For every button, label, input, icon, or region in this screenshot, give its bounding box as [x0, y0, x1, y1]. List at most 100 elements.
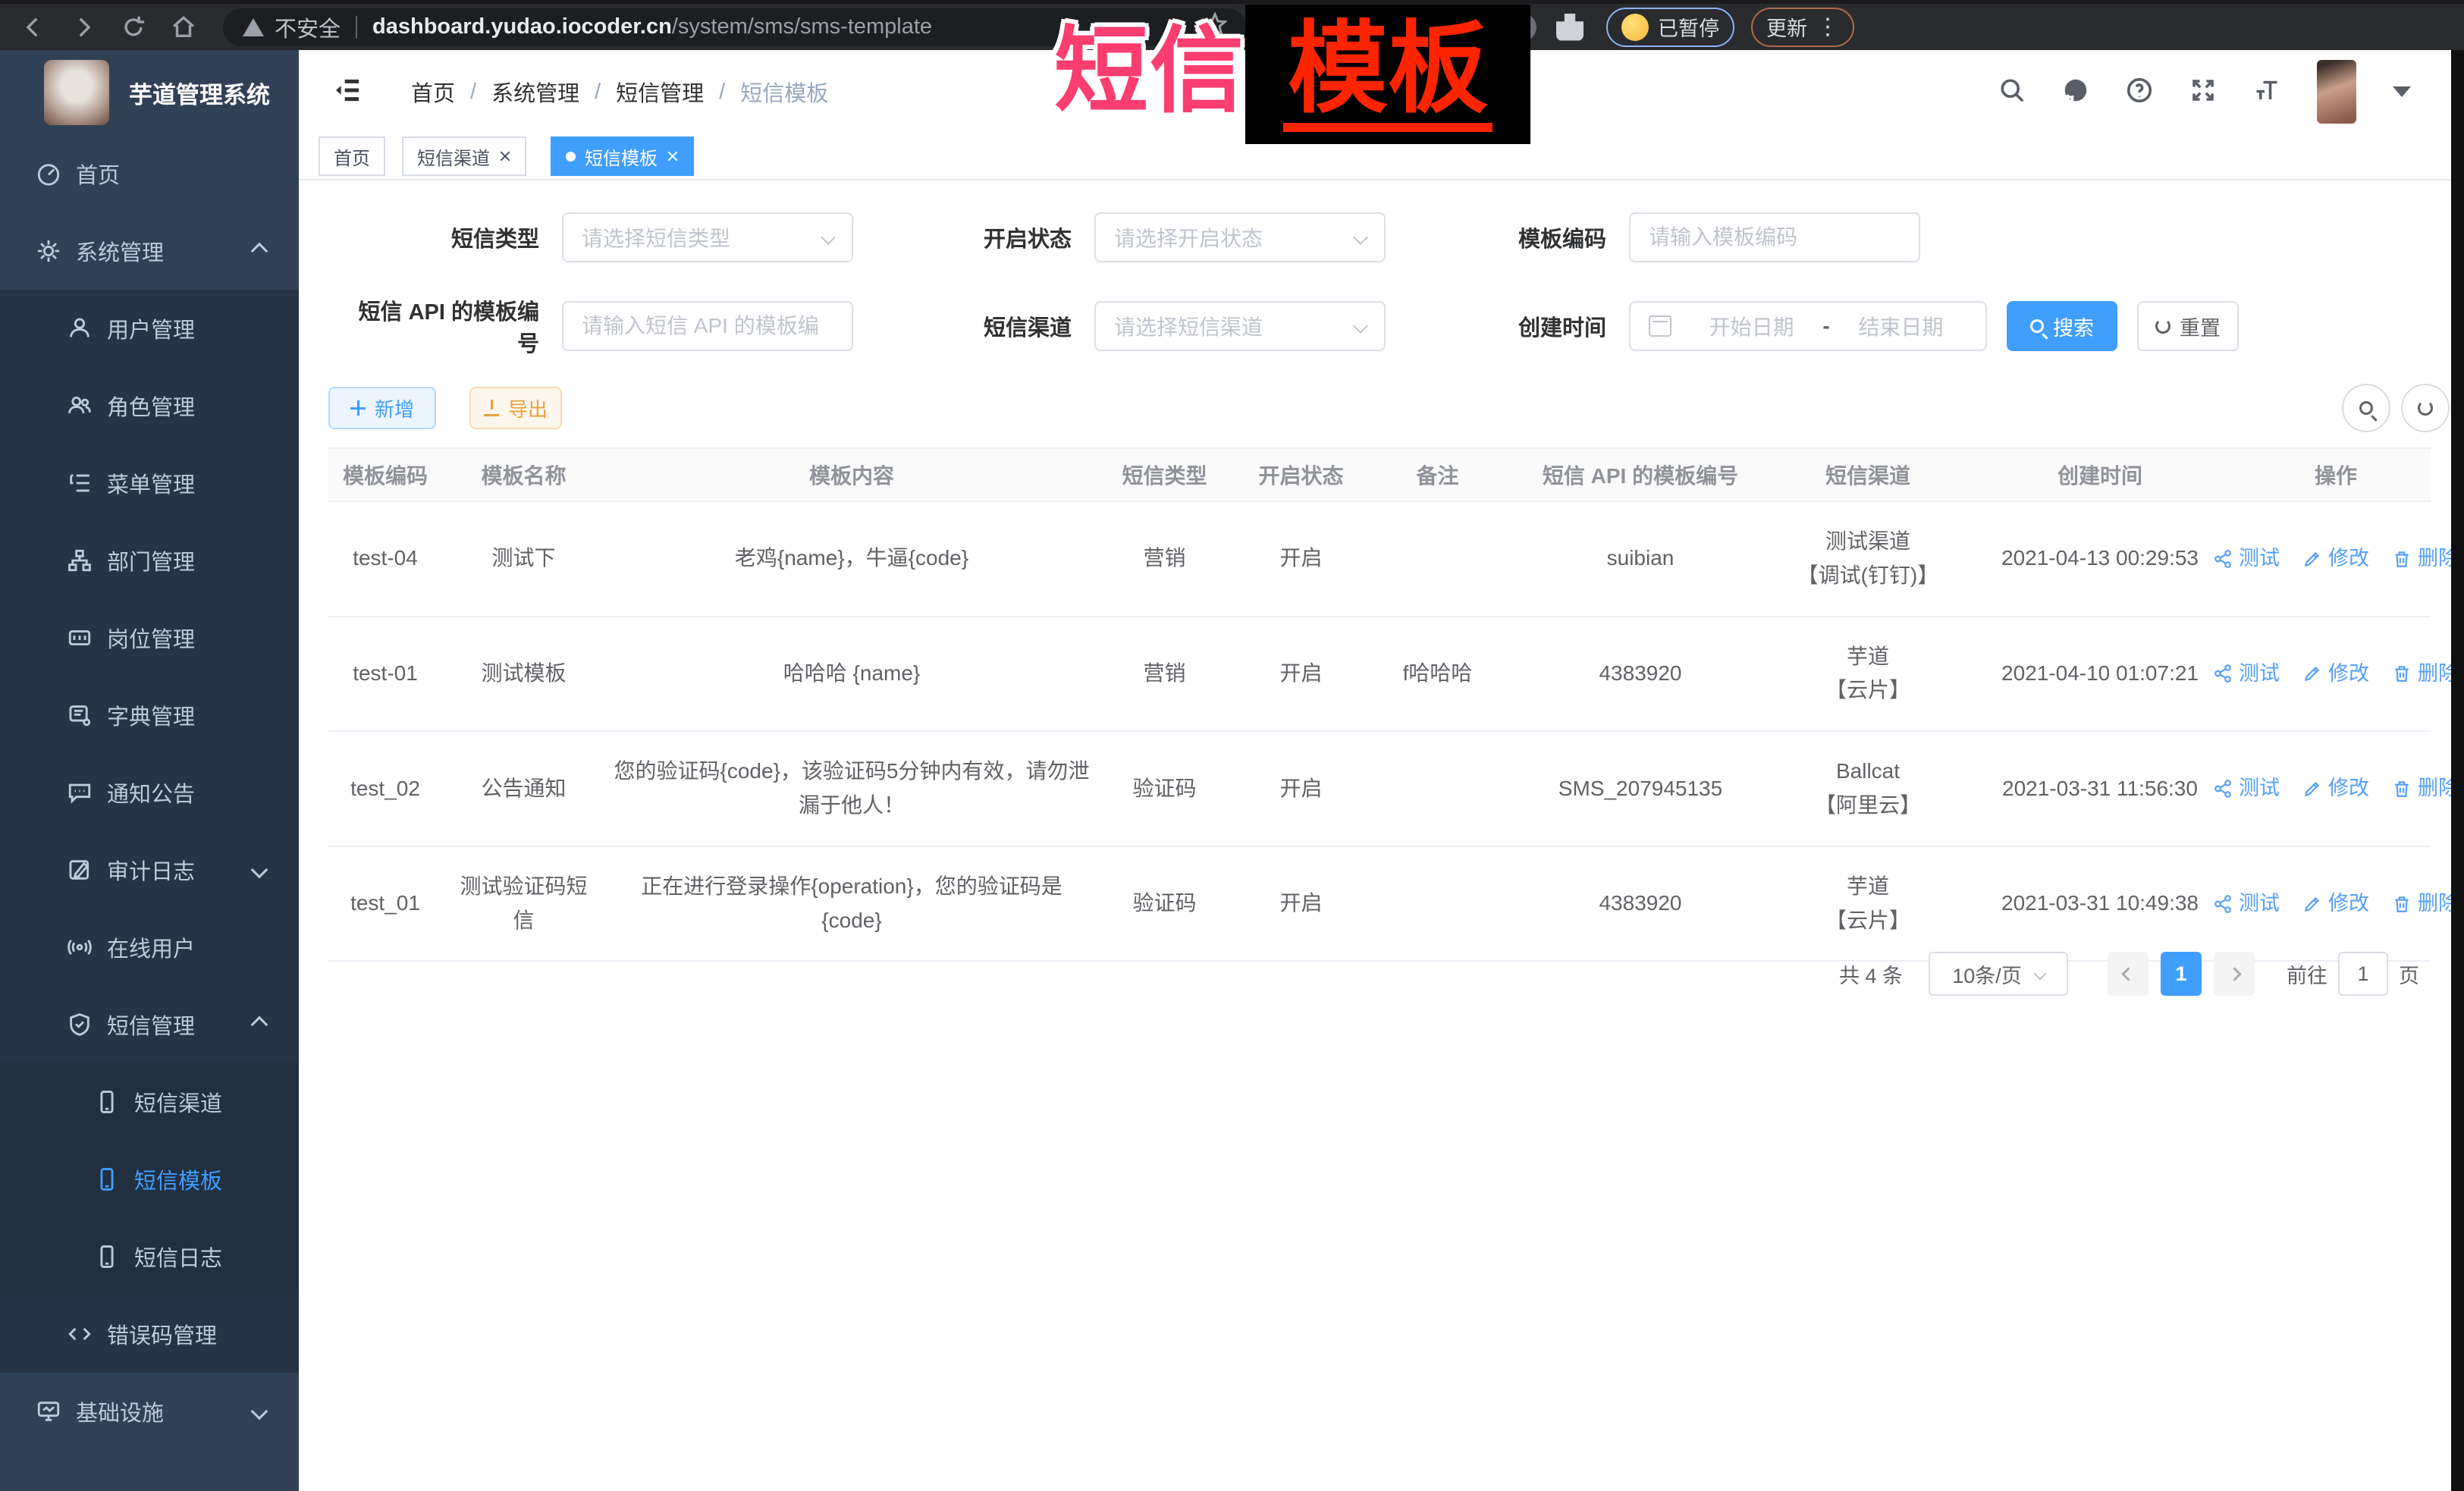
audit-log-icon: [66, 856, 93, 884]
extension-grid-icon[interactable]: [1415, 14, 1442, 41]
menu-tree-icon: [66, 469, 93, 497]
browser-menu-dots-icon[interactable]: ⋮: [1816, 16, 1839, 39]
sidebar: 芋道管理系统 首页 系统管理 用户管理 角色管理 菜单管理 部门管理: [0, 50, 299, 1491]
sms-channel-select[interactable]: 请选择短信渠道: [1094, 301, 1386, 351]
breadcrumb-home[interactable]: 首页: [411, 76, 455, 108]
extensions-puzzle-icon[interactable]: [1556, 14, 1584, 41]
edit-link[interactable]: 修改: [2302, 772, 2369, 805]
help-icon[interactable]: [2126, 77, 2153, 108]
api-template-id-input[interactable]: [563, 303, 852, 350]
font-size-icon[interactable]: [2253, 77, 2280, 108]
extension-green-v-icon[interactable]: [1368, 14, 1395, 41]
reset-button[interactable]: 重置: [2137, 301, 2239, 351]
address-bar[interactable]: 不安全 dashboard.yudao.iocoder.cn /system/s…: [223, 8, 1247, 46]
prev-page-button[interactable]: [2108, 952, 2149, 996]
export-button[interactable]: 导出: [469, 387, 562, 429]
paused-label: 已暂停: [1658, 12, 1719, 42]
sidebar-item-infrastructure[interactable]: 基础设施: [0, 1373, 299, 1450]
table-header-row: 模板编码 模板名称 模板内容 短信类型 开启状态 备注 短信 API 的模板编号…: [328, 448, 2431, 501]
online-signal-icon: [66, 934, 93, 961]
sidebar-item-dict-mgmt[interactable]: 字典管理: [0, 676, 299, 754]
edit-link[interactable]: 修改: [2302, 658, 2369, 690]
date-range-picker[interactable]: 开始日期 - 结束日期: [1629, 301, 1987, 351]
chevron-down-icon: [1353, 230, 1368, 245]
test-link[interactable]: 测试: [2213, 542, 2280, 575]
table-row: test_02 公告通知 您的验证码{code}，该验证码5分钟内有效，请勿泄漏…: [328, 731, 2431, 846]
sidebar-item-audit-log[interactable]: 审计日志: [0, 831, 299, 909]
delete-link[interactable]: 删除: [2392, 887, 2459, 920]
sidebar-item-user-mgmt[interactable]: 用户管理: [0, 290, 299, 367]
close-icon[interactable]: [499, 150, 511, 162]
reload-icon[interactable]: [117, 11, 150, 44]
search-icon: [2030, 319, 2044, 333]
breadcrumb-system[interactable]: 系统管理: [491, 76, 579, 108]
sidebar-item-errorcode-mgmt[interactable]: 错误码管理: [0, 1295, 299, 1373]
refresh-table-button[interactable]: [2401, 384, 2450, 432]
sidebar-logo[interactable]: 芋道管理系统: [0, 50, 299, 135]
current-page[interactable]: 1: [2161, 952, 2202, 996]
avatar[interactable]: [2317, 60, 2356, 124]
toggle-search-button[interactable]: [2342, 384, 2390, 432]
add-button[interactable]: 新增: [328, 387, 436, 429]
tag-sms-channel[interactable]: 短信渠道: [402, 137, 526, 176]
sidebar-item-home[interactable]: 首页: [0, 135, 299, 212]
sidebar-item-sms-channel[interactable]: 短信渠道: [0, 1063, 299, 1141]
test-link[interactable]: 测试: [2213, 772, 2280, 805]
avatar-dropdown-caret-icon[interactable]: [2393, 86, 2411, 97]
edit-link[interactable]: 修改: [2302, 887, 2369, 920]
tag-home[interactable]: 首页: [319, 137, 385, 176]
search-icon[interactable]: [1998, 77, 2026, 108]
open-status-select[interactable]: 请选择开启状态: [1094, 212, 1386, 262]
test-link[interactable]: 测试: [2213, 658, 2280, 690]
delete-link[interactable]: 删除: [2392, 542, 2459, 575]
sidebar-item-online-users[interactable]: 在线用户: [0, 909, 299, 986]
sidebar-item-menu-mgmt[interactable]: 菜单管理: [0, 444, 299, 522]
extension-person-icon[interactable]: [1509, 14, 1536, 41]
screen: 不安全 dashboard.yudao.iocoder.cn /system/s…: [0, 0, 2464, 1491]
pagination-total: 共 4 条: [1839, 959, 1903, 989]
scrollbar-strip[interactable]: [2451, 50, 2464, 1491]
chevron-up-icon: [251, 1016, 268, 1034]
sidebar-item-post-mgmt[interactable]: 岗位管理: [0, 599, 299, 676]
back-icon[interactable]: [17, 11, 50, 44]
update-button[interactable]: 更新 ⋮: [1751, 8, 1854, 47]
next-page-button[interactable]: [2214, 952, 2255, 996]
sidebar-item-system-mgmt[interactable]: 系统管理: [0, 212, 299, 290]
extension-list-on-icon[interactable]: [1462, 14, 1489, 41]
breadcrumb-sms[interactable]: 短信管理: [616, 76, 704, 108]
collapse-menu-icon[interactable]: [332, 75, 363, 109]
fullscreen-icon[interactable]: [2189, 77, 2217, 108]
edit-link[interactable]: 修改: [2302, 542, 2369, 575]
sidebar-item-sms-log[interactable]: 短信日志: [0, 1218, 299, 1295]
github-icon[interactable]: [2062, 77, 2089, 108]
page-size-select[interactable]: 10条/页: [1929, 952, 2068, 996]
close-icon[interactable]: [667, 150, 679, 162]
forward-icon[interactable]: [67, 11, 100, 44]
table-row: test_01 测试验证码短信 正在进行登录操作{operation}，您的验证…: [328, 846, 2431, 962]
sidebar-item-notice[interactable]: 通知公告: [0, 754, 299, 831]
profile-paused-pill[interactable]: 已暂停: [1606, 8, 1734, 47]
page-jump-input[interactable]: [2338, 952, 2388, 996]
breadcrumb-current: 短信模板: [740, 76, 828, 108]
sms-type-select[interactable]: 请选择短信类型: [562, 212, 853, 262]
breadcrumb: 首页 / 系统管理 / 短信管理 / 短信模板: [411, 76, 828, 108]
api-template-id-input-wrap: [562, 301, 853, 351]
template-code-input[interactable]: [1631, 214, 1919, 261]
calendar-icon: [1649, 315, 1671, 337]
home-icon[interactable]: [167, 11, 200, 44]
dictionary-icon: [66, 702, 93, 729]
extension-blue-drop-icon[interactable]: [1321, 14, 1348, 41]
users-icon: [66, 392, 93, 419]
sidebar-item-sms-mgmt[interactable]: 短信管理: [0, 986, 299, 1063]
delete-link[interactable]: 删除: [2392, 658, 2459, 690]
extension-orange-icon[interactable]: [1274, 14, 1301, 41]
sidebar-item-role-mgmt[interactable]: 角色管理: [0, 367, 299, 444]
bookmark-star-icon[interactable]: [1203, 12, 1227, 42]
sidebar-item-dept-mgmt[interactable]: 部门管理: [0, 522, 299, 599]
delete-link[interactable]: 删除: [2392, 772, 2459, 805]
sidebar-item-sms-template[interactable]: 短信模板: [0, 1141, 299, 1218]
url-host: dashboard.yudao.iocoder.cn: [372, 14, 672, 39]
test-link[interactable]: 测试: [2213, 887, 2280, 920]
search-button[interactable]: 搜索: [2007, 301, 2117, 351]
tag-sms-template[interactable]: 短信模板: [551, 137, 694, 176]
